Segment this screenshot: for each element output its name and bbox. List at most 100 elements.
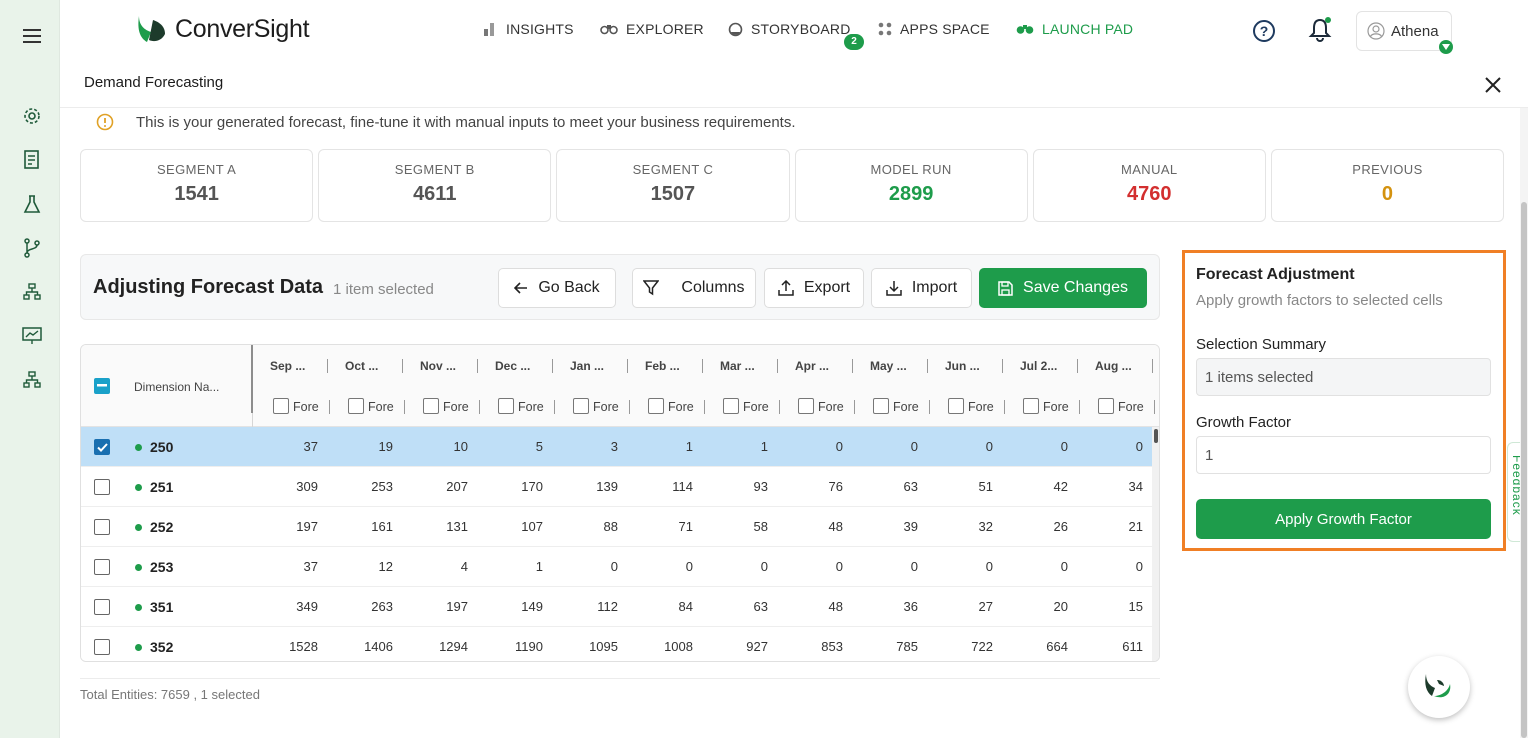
row-checkbox[interactable] [94,599,110,615]
forecast-cell[interactable]: 0 [1008,559,1068,574]
nav-explorer[interactable]: EXPLORER [600,21,704,37]
org-chart-icon[interactable] [20,368,44,392]
month-column-header[interactable]: Jun ... [945,359,980,373]
forecast-cell[interactable]: 170 [483,479,543,494]
table-row[interactable]: 252 197 161 131 107 88 71 58 48 39 32 26 21 [81,507,1157,547]
table-row[interactable]: 351 349 263 197 149 112 84 63 48 36 27 20 15 [81,587,1157,627]
nav-launch-pad[interactable]: LAUNCH PAD [1016,21,1133,37]
forecast-cell[interactable]: 48 [783,519,843,534]
row-checkbox[interactable] [94,639,110,655]
forecast-column-checkbox[interactable] [423,398,439,414]
presentation-icon[interactable] [20,324,44,348]
settings-icon[interactable] [20,104,44,128]
forecast-cell[interactable]: 1 [708,439,768,454]
forecast-cell[interactable]: 0 [933,559,993,574]
table-row[interactable]: 251 309 253 207 170 139 114 93 76 63 51 42 34 [81,467,1157,507]
forecast-cell[interactable]: 4 [408,559,468,574]
forecast-column-checkbox[interactable] [648,398,664,414]
row-checkbox[interactable] [94,559,110,575]
forecast-column-checkbox[interactable] [798,398,814,414]
dimension-column-header[interactable]: Dimension Na... [134,380,219,394]
close-icon[interactable] [1482,74,1504,96]
forecast-cell[interactable]: 131 [408,519,468,534]
forecast-cell[interactable]: 664 [1008,639,1068,654]
forecast-cell[interactable]: 37 [258,559,318,574]
apply-growth-factor-button[interactable]: Apply Growth Factor [1196,499,1491,539]
forecast-cell[interactable]: 1 [483,559,543,574]
hierarchy-icon[interactable] [20,280,44,304]
forecast-cell[interactable]: 107 [483,519,543,534]
forecast-cell[interactable]: 51 [933,479,993,494]
forecast-cell[interactable]: 853 [783,639,843,654]
forecast-cell[interactable]: 0 [558,559,618,574]
forecast-column-checkbox[interactable] [348,398,364,414]
column-separator[interactable] [477,359,478,373]
help-icon[interactable]: ? [1252,19,1276,48]
forecast-column-checkbox[interactable] [273,398,289,414]
forecast-cell[interactable]: 1 [633,439,693,454]
notification-bell-icon[interactable] [1308,17,1332,48]
forecast-cell[interactable]: 93 [708,479,768,494]
column-separator[interactable] [777,359,778,373]
forecast-column-checkbox[interactable] [948,398,964,414]
forecast-cell[interactable]: 21 [1083,519,1143,534]
page-scrollbar[interactable] [1520,108,1528,738]
forecast-cell[interactable]: 5 [483,439,543,454]
row-checkbox[interactable] [94,439,110,455]
page-scrollbar-thumb[interactable] [1521,202,1527,738]
forecast-column-checkbox[interactable] [498,398,514,414]
hamburger-menu-icon[interactable] [20,24,44,48]
forecast-cell[interactable]: 0 [858,559,918,574]
month-column-header[interactable]: Aug ... [1095,359,1132,373]
forecast-cell[interactable]: 1528 [258,639,318,654]
column-separator[interactable] [327,359,328,373]
month-column-header[interactable]: Nov ... [420,359,456,373]
column-separator[interactable] [1077,359,1078,373]
forecast-cell[interactable]: 309 [258,479,318,494]
month-column-header[interactable]: Jan ... [570,359,604,373]
month-column-header[interactable]: Sep ... [270,359,305,373]
forecast-cell[interactable]: 12 [333,559,393,574]
forecast-column-checkbox[interactable] [723,398,739,414]
nav-insights[interactable]: INSIGHTS [483,21,574,37]
month-column-header[interactable]: May ... [870,359,907,373]
table-row[interactable]: 250 37 19 10 5 3 1 1 0 0 0 0 0 [81,427,1157,467]
forecast-cell[interactable]: 63 [858,479,918,494]
forecast-column-checkbox[interactable] [873,398,889,414]
nav-storyboard[interactable]: STORYBOARD [728,21,851,37]
forecast-cell[interactable]: 197 [258,519,318,534]
table-row[interactable]: 352 1528 1406 1294 1190 1095 1008 927 853 785 722 6… [81,627,1157,661]
forecast-cell[interactable]: 1190 [483,639,543,654]
forecast-cell[interactable]: 0 [783,439,843,454]
forecast-cell[interactable]: 927 [708,639,768,654]
month-column-header[interactable]: Oct ... [345,359,378,373]
table-row[interactable]: 253 37 12 4 1 0 0 0 0 0 0 0 0 [81,547,1157,587]
forecast-cell[interactable]: 785 [858,639,918,654]
save-changes-button[interactable]: Save Changes [979,268,1147,308]
forecast-cell[interactable]: 20 [1008,599,1068,614]
forecast-cell[interactable]: 3 [558,439,618,454]
forecast-cell[interactable]: 27 [933,599,993,614]
report-icon[interactable] [20,148,44,172]
go-back-button[interactable]: Go Back [498,268,616,308]
column-separator[interactable] [627,359,628,373]
forecast-cell[interactable]: 26 [1008,519,1068,534]
forecast-cell[interactable]: 149 [483,599,543,614]
forecast-cell[interactable]: 0 [1083,439,1143,454]
forecast-cell[interactable]: 253 [333,479,393,494]
column-resize-handle[interactable] [251,345,253,413]
column-separator[interactable] [1152,359,1153,373]
user-menu[interactable]: Athena [1356,11,1453,54]
forecast-cell[interactable]: 37 [258,439,318,454]
forecast-cell[interactable]: 197 [408,599,468,614]
columns-button[interactable]: Columns [632,268,756,308]
chevron-down-icon[interactable] [1439,40,1453,54]
row-checkbox[interactable] [94,479,110,495]
conversight-logo[interactable]: ConverSight [135,12,310,46]
month-column-header[interactable]: Feb ... [645,359,680,373]
forecast-cell[interactable]: 76 [783,479,843,494]
forecast-column-checkbox[interactable] [1098,398,1114,414]
forecast-cell[interactable]: 34 [1083,479,1143,494]
forecast-cell[interactable]: 42 [1008,479,1068,494]
forecast-cell[interactable]: 112 [558,599,618,614]
